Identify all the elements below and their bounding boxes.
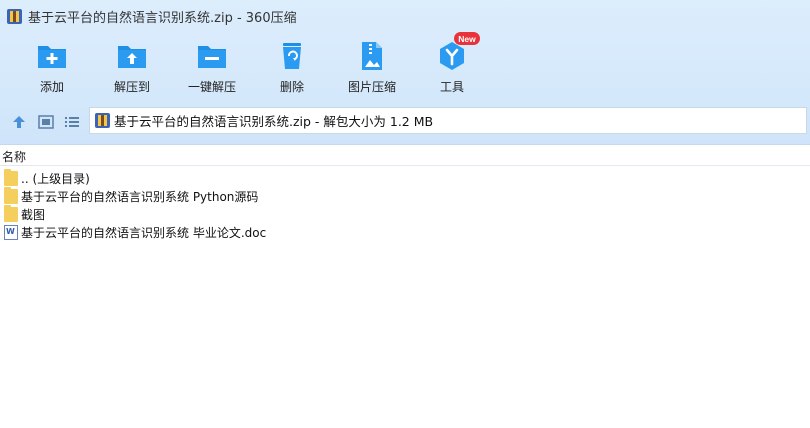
extract-to-button-label: 解压到 (113, 80, 150, 94)
recycle-bin-icon (283, 43, 301, 69)
list-item-name: 基于云平台的自然语言识别系统 Python源码 (21, 189, 259, 204)
folder-icon (4, 186, 18, 204)
tools-button-label: 工具 (439, 80, 464, 94)
column-header-name-label: 名称 (2, 150, 27, 164)
address-bar[interactable]: 基于云平台的自然语言识别系统.zip - 解包大小为 1.2 MB (89, 107, 807, 134)
folder-icon (4, 204, 18, 222)
one-click-extract-button[interactable]: 一键解压 (172, 36, 252, 96)
new-badge-text: New (458, 34, 476, 44)
one-click-folder-icon (198, 46, 226, 68)
file-list: .. (上级目录) 基于云平台的自然语言识别系统 Python源码 截图 基于云… (0, 168, 810, 241)
toolbar: 添加 解压到 一键解压 删除 图片压缩 New 工具 (0, 32, 620, 96)
list-item[interactable]: 基于云平台的自然语言识别系统 Python源码 (0, 186, 810, 205)
zip-archive-icon (95, 113, 110, 128)
window-title: 基于云平台的自然语言识别系统.zip - 360压缩 (28, 10, 297, 26)
top-panel: 基于云平台的自然语言识别系统.zip - 360压缩 添加 解压到 一键解压 删… (0, 0, 810, 145)
extract-folder-icon (118, 46, 146, 68)
add-button[interactable]: 添加 (12, 36, 92, 96)
zip-archive-icon (7, 8, 22, 24)
one-click-extract-button-label: 一键解压 (187, 80, 236, 94)
address-path: 基于云平台的自然语言识别系统.zip - 解包大小为 1.2 MB (114, 114, 434, 129)
folder-icon (4, 168, 18, 186)
list-item-name: .. (上级目录) (21, 171, 90, 186)
extract-to-button[interactable]: 解压到 (92, 36, 172, 96)
list-item-name: 截图 (21, 207, 46, 222)
up-arrow-icon[interactable] (10, 113, 28, 131)
add-folder-icon (38, 46, 66, 68)
column-header-name[interactable]: 名称 (0, 148, 810, 166)
window-title-bar: 基于云平台的自然语言识别系统.zip - 360压缩 (7, 5, 297, 27)
image-compress-icon (362, 42, 382, 70)
delete-button[interactable]: 删除 (252, 36, 332, 96)
delete-button-label: 删除 (279, 80, 304, 94)
list-view-icon[interactable] (63, 113, 81, 131)
thumbnail-view-icon[interactable] (37, 113, 55, 131)
list-item-name: 基于云平台的自然语言识别系统 毕业论文.doc (21, 225, 267, 240)
add-button-label: 添加 (39, 80, 64, 94)
image-compress-button[interactable]: 图片压缩 (332, 36, 412, 96)
list-item[interactable]: .. (上级目录) (0, 168, 810, 187)
word-document-icon (4, 224, 18, 240)
tools-button[interactable]: New 工具 (412, 32, 492, 96)
image-compress-button-label: 图片压缩 (347, 80, 396, 94)
new-badge: New (454, 32, 480, 45)
list-item[interactable]: 基于云平台的自然语言识别系统 毕业论文.doc (0, 223, 810, 241)
list-item[interactable]: 截图 (0, 204, 810, 223)
